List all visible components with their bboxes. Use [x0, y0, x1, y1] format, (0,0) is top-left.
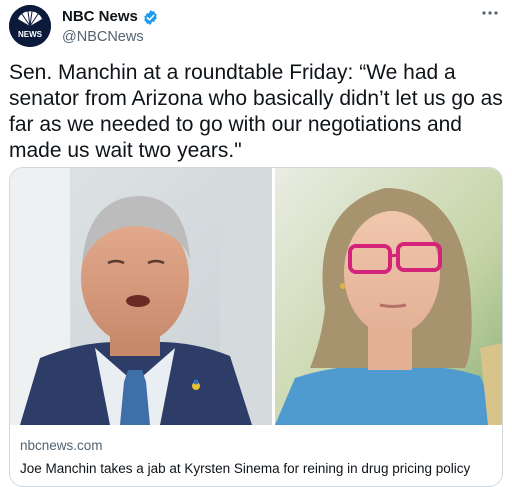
author-block: NBC News @NBCNews [62, 8, 159, 46]
card-image[interactable] [10, 168, 502, 425]
tweet-text: Sen. Manchin at a roundtable Friday: “We… [9, 61, 503, 162]
tweet-header: NEWS NBC News @NBCNews [9, 5, 503, 49]
card-domain: nbcnews.com [20, 438, 103, 453]
card-photo [10, 168, 502, 425]
author-handle[interactable]: @NBCNews [62, 28, 159, 46]
card-title[interactable]: Joe Manchin takes a jab at Kyrsten Sinem… [20, 460, 492, 477]
avatar[interactable]: NEWS [9, 5, 51, 47]
more-options-icon[interactable] [479, 5, 501, 23]
nbc-peacock-icon: NEWS [9, 5, 51, 47]
verified-badge-icon [142, 9, 159, 26]
link-card[interactable]: nbcnews.com Joe Manchin takes a jab at K… [9, 167, 503, 487]
avatar-news-text: NEWS [18, 30, 43, 39]
card-info: nbcnews.com Joe Manchin takes a jab at K… [10, 425, 502, 477]
author-display-name[interactable]: NBC News [62, 8, 138, 26]
